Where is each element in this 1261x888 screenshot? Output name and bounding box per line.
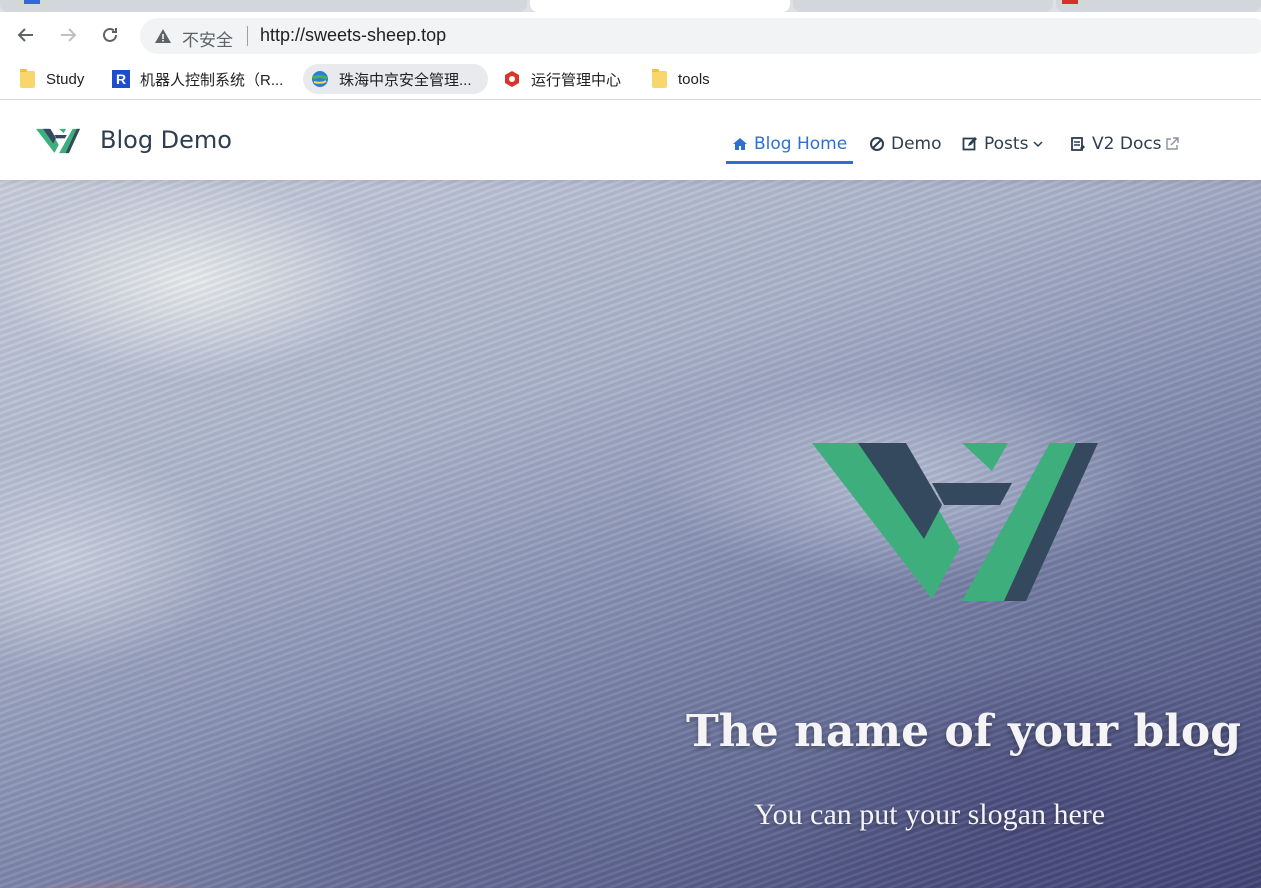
arrow-right-icon	[61, 28, 77, 42]
bookmark-label: Study	[46, 70, 85, 88]
back-button[interactable]	[12, 21, 40, 49]
bookmark-robot-control[interactable]: R 机器人控制系统（R...	[104, 64, 291, 94]
nav-blog-home[interactable]: Blog Home	[725, 129, 854, 164]
folder-icon	[18, 68, 36, 88]
nav-v2-docs[interactable]: V2 Docs	[1070, 129, 1179, 159]
browser-tab-strip	[0, 0, 1261, 12]
bookmarks-bar: Study R 机器人控制系统（R... 珠海中京安全管理... 运行管理中心 …	[0, 58, 1261, 100]
nav-posts-dropdown[interactable]: Posts	[962, 129, 1043, 159]
vh-logo-icon[interactable]	[36, 127, 80, 155]
hexagon-icon	[503, 70, 521, 88]
browser-tab[interactable]	[793, 0, 1053, 12]
browser-tab[interactable]	[1056, 0, 1261, 12]
bookmark-tools[interactable]: tools	[642, 64, 718, 94]
nav-demo[interactable]: Demo	[869, 129, 942, 159]
nav-label: Demo	[891, 134, 942, 154]
bookmark-ops-center[interactable]: 运行管理中心	[495, 64, 629, 94]
bookmark-label: 珠海中京安全管理...	[339, 71, 472, 89]
address-bar[interactable]: 不安全 http://sweets-sheep.top	[140, 18, 1261, 54]
r-badge-icon: R	[112, 70, 130, 88]
folder-icon	[650, 68, 668, 88]
hero-title: The name of your blog	[686, 706, 1242, 757]
reload-icon	[103, 27, 117, 42]
url-text[interactable]: http://sweets-sheep.top	[260, 25, 446, 46]
bookmark-label: tools	[678, 70, 710, 88]
hero-banner: The name of your blog You can put your s…	[0, 180, 1261, 888]
docs-icon	[1070, 136, 1086, 152]
hero-slogan: You can put your slogan here	[754, 798, 1106, 831]
divider	[247, 26, 248, 46]
security-status-label[interactable]: 不安全	[182, 26, 233, 51]
edit-icon	[962, 136, 978, 152]
bookmark-label: 机器人控制系统（R...	[140, 71, 284, 89]
hero-logo-icon	[812, 443, 1098, 601]
browser-toolbar: 不安全 http://sweets-sheep.top	[0, 12, 1261, 58]
external-link-icon	[1165, 137, 1179, 151]
tab-favicon	[24, 0, 40, 4]
bookmark-label: 运行管理中心	[531, 71, 622, 89]
chevron-down-icon	[1033, 139, 1043, 149]
site-name[interactable]: Blog Demo	[100, 126, 232, 154]
tab-favicon	[1062, 0, 1078, 4]
nav-label: Posts	[984, 134, 1029, 154]
arrow-left-icon	[17, 28, 33, 42]
site-navbar: Blog Demo Blog Home Demo Posts V2 Docs	[0, 101, 1261, 180]
forward-button[interactable]	[54, 21, 82, 49]
reload-button[interactable]	[96, 21, 124, 49]
bookmark-study[interactable]: Study	[10, 64, 92, 94]
bookmark-zhuhai[interactable]: 珠海中京安全管理...	[303, 64, 488, 94]
browser-tab-active[interactable]	[530, 0, 790, 12]
warning-triangle-icon[interactable]	[154, 27, 172, 45]
home-icon	[732, 136, 748, 152]
globe-icon	[311, 70, 329, 88]
nav-label: V2 Docs	[1092, 134, 1162, 154]
blocked-icon	[869, 136, 885, 152]
browser-tab[interactable]	[0, 0, 527, 12]
nav-label: Blog Home	[754, 134, 848, 154]
